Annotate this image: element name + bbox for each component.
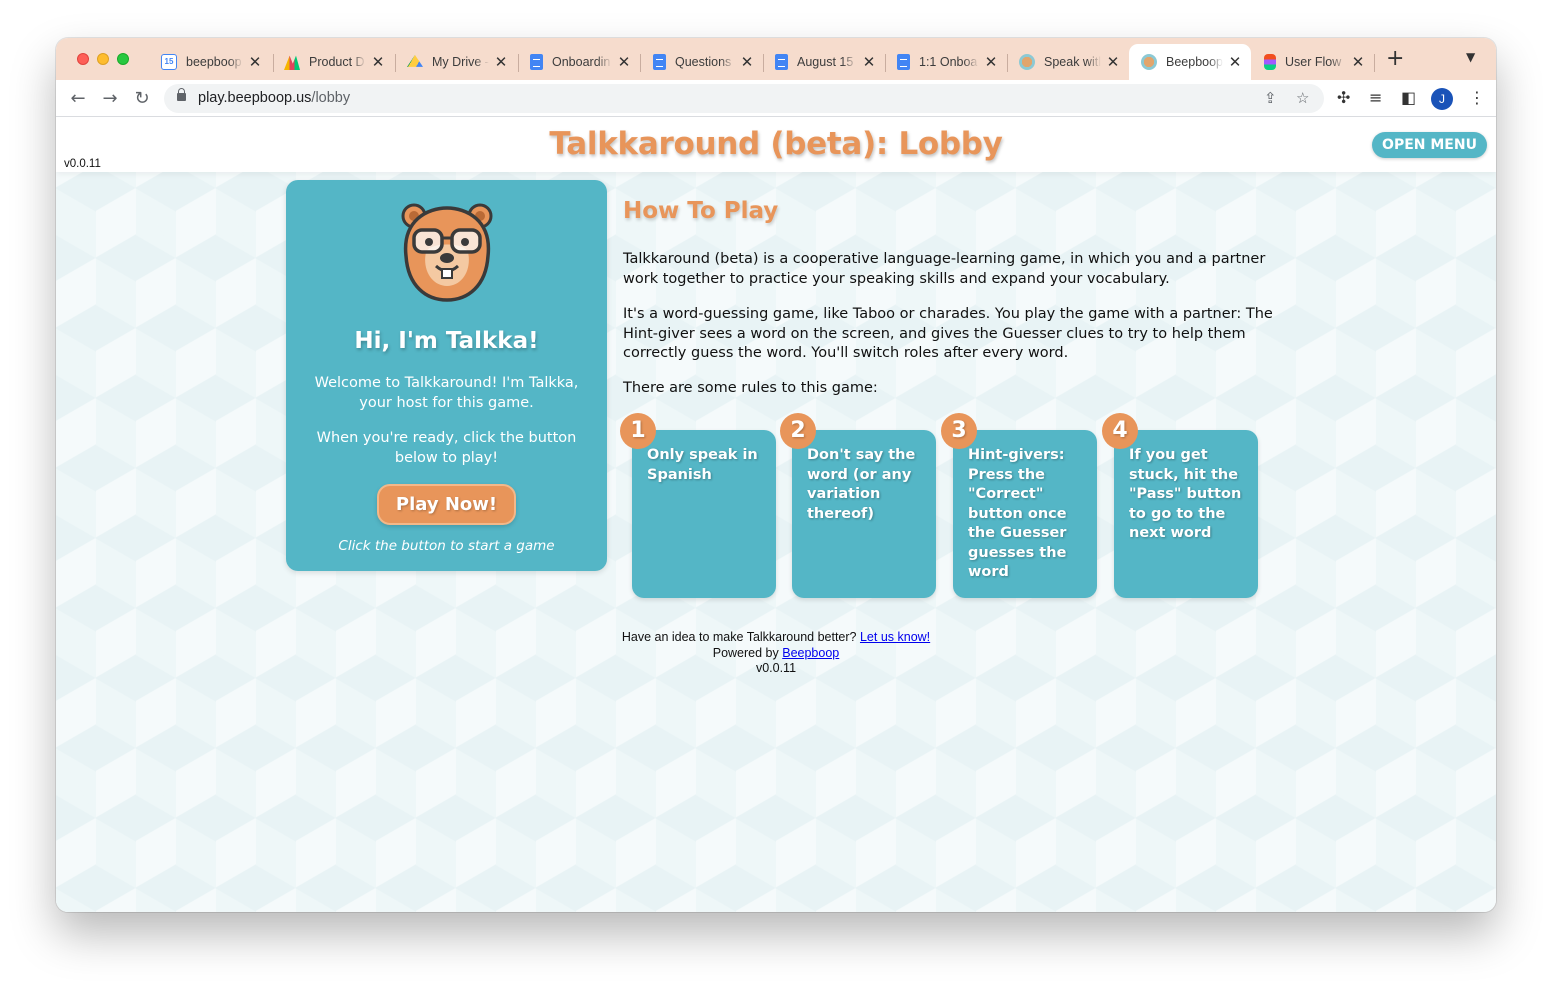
- how-to-play-paragraph-1: Talkkaround (beta) is a cooperative lang…: [623, 251, 1266, 287]
- intro-title: Hi, I'm Talkka!: [354, 328, 539, 354]
- tab-title: Speak witl: [1044, 55, 1101, 69]
- tab-title: Product D: [309, 55, 365, 69]
- tab-title: My Drive -: [432, 55, 489, 69]
- tab-1on1-onboarding[interactable]: 1:1 Onboa ✕: [885, 44, 1007, 80]
- rule-text: Only speak in Spanish: [647, 447, 758, 483]
- profile-avatar[interactable]: J: [1431, 88, 1453, 110]
- figma-icon: [1264, 54, 1276, 70]
- tab-title: Questions: [675, 55, 732, 69]
- tab-product[interactable]: Product D ✕: [272, 44, 394, 80]
- footer-version: v0.0.11: [755, 661, 797, 675]
- media-control-icon[interactable]: ≡: [1369, 88, 1382, 107]
- tab-questions[interactable]: Questions ✕: [641, 44, 763, 80]
- rule-number-badge: 3: [941, 413, 977, 449]
- rule-number-badge: 1: [620, 413, 656, 449]
- calendar-icon: 15: [161, 54, 177, 70]
- rule-card-4: If you get stuck, hit the "Pass" button …: [1114, 430, 1258, 598]
- rule-number-badge: 2: [780, 413, 816, 449]
- beepboop-link[interactable]: Beepboop: [782, 646, 839, 660]
- close-tab-icon[interactable]: ✕: [739, 53, 755, 71]
- tab-title: Onboardin: [552, 55, 611, 69]
- back-arrow-icon[interactable]: ←: [66, 87, 90, 111]
- fullscreen-window-button[interactable]: [117, 53, 129, 65]
- docs-icon: [775, 54, 788, 70]
- extensions-puzzle-icon[interactable]: ✣: [1337, 88, 1350, 107]
- minimize-window-button[interactable]: [97, 53, 109, 65]
- browser-window: 15 beepboop ✕ Product D ✕ My Drive - ✕ O…: [56, 38, 1496, 912]
- close-tab-icon[interactable]: ✕: [861, 53, 877, 71]
- more-menu-icon[interactable]: ⋮: [1469, 88, 1485, 107]
- rule-text: Don't say the word (or any variation the…: [807, 447, 916, 522]
- talkka-mascot-icon: [401, 203, 493, 302]
- close-tab-icon[interactable]: ✕: [1105, 53, 1121, 71]
- share-icon[interactable]: ⇪: [1264, 89, 1277, 107]
- browser-toolbar: ← → ↻ play.beepboop.us/lobby ⇪ ☆ ✣ ≡ ◧ J…: [56, 80, 1496, 117]
- rule-card-2: Don't say the word (or any variation the…: [792, 430, 936, 598]
- docs-icon: [653, 54, 666, 70]
- rule-card-1: Only speak in Spanish: [632, 430, 776, 598]
- tab-onboarding[interactable]: Onboardin ✕: [518, 44, 640, 80]
- tab-user-flow[interactable]: User Flow ✕: [1252, 44, 1374, 80]
- tab-beepboop-calendar[interactable]: 15 beepboop ✕: [149, 44, 271, 80]
- side-panel-icon[interactable]: ◧: [1401, 88, 1416, 107]
- how-to-play-heading: How To Play: [623, 198, 779, 224]
- play-now-button[interactable]: Play Now!: [377, 484, 516, 525]
- tab-strip: 15 beepboop ✕ Product D ✕ My Drive - ✕ O…: [56, 38, 1496, 80]
- tab-title: beepboop: [186, 55, 242, 69]
- rule-text: If you get stuck, hit the "Pass" button …: [1129, 447, 1242, 541]
- tab-title: User Flow: [1285, 55, 1342, 69]
- click-hint-text: Click the button to start a game: [338, 538, 555, 554]
- beepboop-icon: [1141, 54, 1157, 70]
- tab-title: Beepboop: [1166, 55, 1223, 69]
- page-title: Talkkaround (beta): Lobby: [549, 126, 1003, 162]
- new-tab-plus-icon[interactable]: +: [1386, 48, 1404, 70]
- app-header: v0.0.11 Talkkaround (beta): Lobby OPEN M…: [56, 118, 1496, 172]
- product-icon: [284, 55, 300, 70]
- beepboop-icon: [1019, 54, 1035, 70]
- tab-august-15[interactable]: August 15 ✕: [763, 44, 885, 80]
- rule-text: Hint-givers: Press the "Correct" button …: [968, 447, 1067, 580]
- tab-my-drive[interactable]: My Drive - ✕: [395, 44, 517, 80]
- close-tab-icon[interactable]: ✕: [616, 53, 632, 71]
- tab-title: 1:1 Onboa: [919, 55, 978, 69]
- feedback-text: Have an idea to make Talkkaround better?: [621, 630, 857, 644]
- open-menu-button[interactable]: OPEN MENU: [1372, 132, 1487, 158]
- feedback-link[interactable]: Let us know!: [860, 630, 930, 644]
- tab-speak-with[interactable]: Speak witl ✕: [1007, 44, 1129, 80]
- forward-arrow-icon[interactable]: →: [98, 87, 122, 111]
- rule-card-3: Hint-givers: Press the "Correct" button …: [953, 430, 1097, 598]
- close-tab-icon[interactable]: ✕: [247, 53, 263, 71]
- close-tab-icon[interactable]: ✕: [370, 53, 386, 71]
- rule-number-badge: 4: [1102, 413, 1138, 449]
- how-to-play-paragraph-2: It's a word-guessing game, like Taboo or…: [623, 306, 1273, 361]
- address-bar[interactable]: play.beepboop.us/lobby ⇪ ☆: [164, 84, 1324, 113]
- close-tab-icon[interactable]: ✕: [1350, 53, 1366, 71]
- page-content: v0.0.11 Talkkaround (beta): Lobby OPEN M…: [56, 118, 1496, 912]
- close-tab-icon[interactable]: ✕: [493, 53, 509, 71]
- tab-title: August 15: [797, 55, 854, 69]
- welcome-text: Welcome to Talkkaround! I'm Talkka, your…: [314, 375, 579, 411]
- docs-icon: [530, 54, 543, 70]
- close-tab-icon[interactable]: ✕: [983, 53, 999, 71]
- reload-icon[interactable]: ↻: [130, 87, 154, 111]
- tab-search-chevron-icon[interactable]: ▼: [1466, 50, 1475, 64]
- close-tab-icon[interactable]: ✕: [1227, 53, 1243, 71]
- bookmark-star-icon[interactable]: ☆: [1296, 89, 1309, 107]
- docs-icon: [897, 54, 910, 70]
- url-text[interactable]: play.beepboop.us/lobby: [198, 90, 350, 106]
- powered-by-text: Powered by: [712, 645, 779, 660]
- drive-icon: [407, 55, 423, 67]
- ready-text: When you're ready, click the button belo…: [316, 430, 577, 466]
- page-footer: Have an idea to make Talkkaround better?…: [56, 630, 1496, 677]
- lock-icon: [177, 88, 186, 101]
- intro-card: Hi, I'm Talkka! Welcome to Talkkaround! …: [286, 180, 607, 571]
- close-window-button[interactable]: [77, 53, 89, 65]
- tab-beepboop-active[interactable]: Beepboop ✕: [1129, 44, 1251, 80]
- rules-intro-text: There are some rules to this game:: [623, 380, 878, 396]
